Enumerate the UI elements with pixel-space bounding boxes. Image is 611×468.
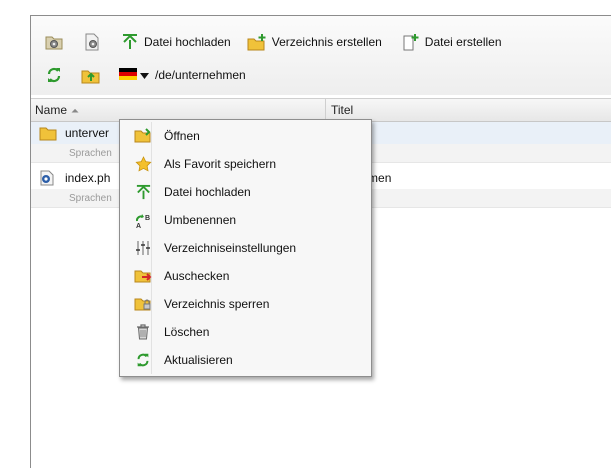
refresh-button[interactable] [41, 64, 67, 86]
menu-item-favorite[interactable]: Als Favorit speichern [120, 151, 371, 177]
file-settings-button[interactable] [79, 31, 105, 53]
file-gear-icon [83, 33, 101, 51]
menu-item-label: Verzeichnis sperren [164, 297, 270, 311]
context-menu: Öffnen Als Favorit speichern Datei hochl… [119, 119, 372, 377]
folder-open-icon [134, 128, 152, 144]
menu-item-lock-directory[interactable]: Verzeichnis sperren [120, 291, 371, 317]
toolbar: Datei hochladen Verzeichnis erstellen Da… [31, 16, 611, 95]
create-file-button[interactable]: Datei erstellen [398, 31, 506, 53]
column-title-label: Titel [331, 103, 354, 117]
checkout-folder-icon [134, 268, 152, 284]
settings-sliders-icon [134, 240, 152, 256]
path-input[interactable] [155, 66, 455, 84]
menu-item-rename[interactable]: A B Umbenennen [120, 207, 371, 233]
upload-icon [121, 33, 139, 51]
create-directory-button[interactable]: Verzeichnis erstellen [243, 31, 386, 53]
create-file-label: Datei erstellen [424, 35, 502, 49]
menu-item-directory-settings[interactable]: Verzeichniseinstellungen [120, 235, 371, 261]
php-file-icon [39, 170, 57, 186]
menu-item-label: Als Favorit speichern [164, 157, 277, 171]
create-directory-label: Verzeichnis erstellen [271, 35, 382, 49]
column-header-title[interactable]: Titel [327, 99, 601, 121]
refresh-icon [134, 352, 152, 368]
menu-item-label: Öffnen [164, 129, 200, 143]
upload-file-label: Datei hochladen [144, 35, 231, 49]
rename-icon: A B [134, 212, 152, 229]
new-file-icon [402, 33, 420, 51]
menu-item-label: Datei hochladen [164, 185, 251, 199]
german-flag-icon [119, 67, 137, 83]
trash-icon [134, 324, 152, 340]
folder-up-icon [81, 66, 101, 84]
sort-ascending-icon: ⏶ [71, 106, 80, 117]
row-name: index.ph [65, 171, 111, 185]
new-folder-icon [247, 33, 267, 51]
refresh-icon [45, 66, 63, 84]
menu-item-upload[interactable]: Datei hochladen [120, 179, 371, 205]
parent-directory-button[interactable] [77, 64, 105, 86]
column-name-label: Name [35, 103, 68, 117]
menu-item-delete[interactable]: Löschen [120, 319, 371, 345]
folder-settings-button[interactable] [41, 31, 67, 53]
column-header-name[interactable]: Name ⏶ [31, 99, 326, 121]
chevron-down-icon [140, 68, 149, 82]
menu-item-refresh[interactable]: Aktualisieren [120, 347, 371, 373]
folder-icon [39, 126, 57, 141]
folder-gear-icon [45, 33, 63, 51]
menu-item-label: Aktualisieren [164, 353, 233, 367]
lock-folder-icon [134, 296, 152, 312]
upload-icon [134, 184, 152, 201]
menu-item-open[interactable]: Öffnen [120, 123, 371, 149]
upload-file-button[interactable]: Datei hochladen [117, 31, 235, 53]
menu-item-label: Auschecken [164, 269, 230, 283]
toolbar-row-navigation [31, 64, 455, 86]
menu-item-label: Löschen [164, 325, 210, 339]
toolbar-row-actions: Datei hochladen Verzeichnis erstellen Da… [31, 31, 506, 53]
row-name: unterver [65, 126, 110, 140]
svg-text:B: B [145, 215, 150, 222]
star-icon [134, 156, 152, 172]
menu-item-checkout[interactable]: Auschecken [120, 263, 371, 289]
menu-item-label: Verzeichniseinstellungen [164, 241, 297, 255]
menu-item-label: Umbenennen [164, 213, 237, 227]
language-selector[interactable] [119, 67, 149, 83]
svg-text:A: A [136, 223, 141, 229]
